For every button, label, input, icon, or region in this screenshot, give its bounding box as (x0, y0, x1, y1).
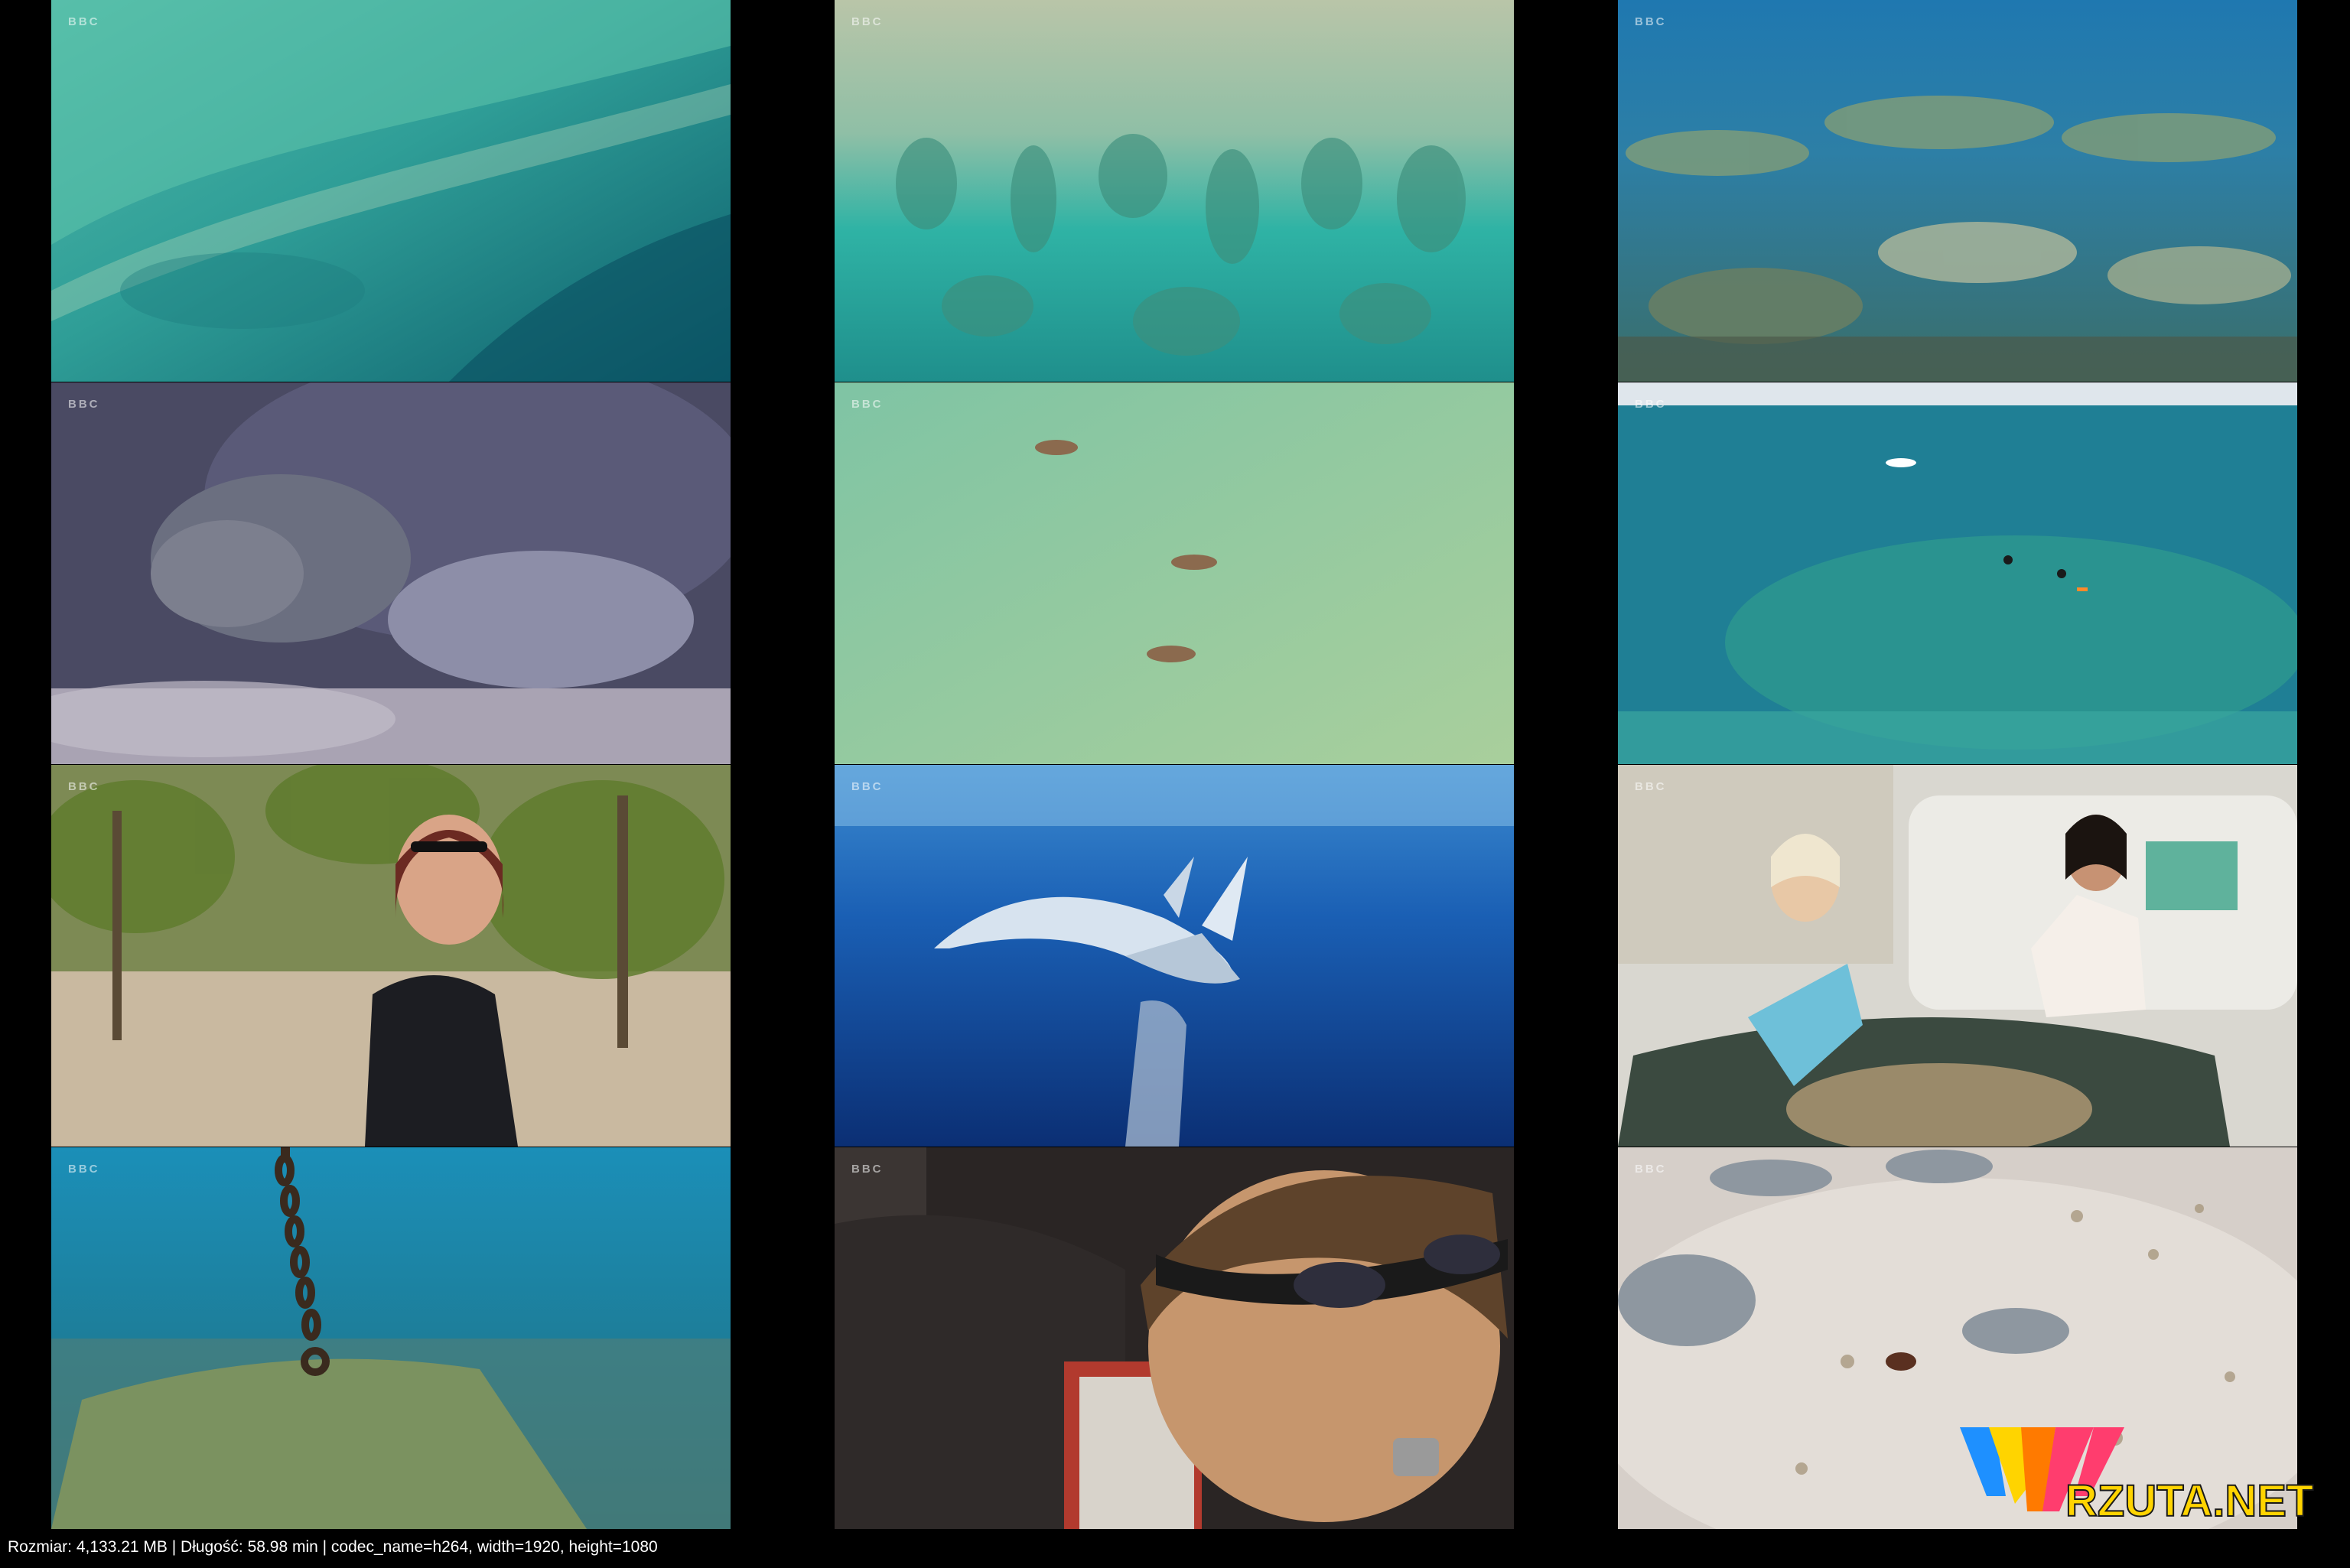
bbc-logo: BBC (851, 398, 884, 411)
video-frame: BBC (51, 765, 731, 1147)
researcher-interview-image (51, 765, 731, 1147)
bbc-logo: BBC (68, 780, 100, 793)
bbc-logo: BBC (1635, 780, 1667, 793)
man-with-sunglasses-image (835, 1147, 1514, 1529)
aerial-reef-shallows-image (51, 0, 731, 382)
video-frame: BBC (835, 0, 1514, 382)
underwater-table-corals-image (1618, 0, 2297, 382)
video-frame: BBC (51, 382, 731, 764)
video-frame: BBC (835, 1147, 1514, 1529)
snorkelers-on-reef-image (1618, 382, 2297, 764)
bbc-logo: BBC (68, 398, 100, 411)
video-frame: BBC (835, 765, 1514, 1147)
rzuta-net-watermark-logo: RZUTA.NET (1960, 1427, 2342, 1530)
bbc-logo: BBC (1635, 1163, 1667, 1176)
thumbnail-grid: BBC BBC BBC BBC BBC BBC BBC BBC BBC BBC … (0, 0, 2350, 1530)
humpback-whale-and-calf-image (835, 765, 1514, 1147)
aerial-turtles-swimming-image (835, 382, 1514, 764)
bbc-logo: BBC (851, 1163, 884, 1176)
bbc-logo: BBC (1635, 398, 1667, 411)
rzuta-net-logo-graphic: RZUTA.NET (1960, 1427, 2314, 1527)
video-frame: BBC (51, 1147, 731, 1529)
watermark-text: RZUTA.NET (2065, 1476, 2313, 1526)
video-frame: BBC (835, 382, 1514, 764)
aerial-reef-edge-image (835, 0, 1514, 382)
video-frame: BBC (1618, 0, 2297, 382)
green-turtle-closeup-image (51, 382, 731, 764)
bbc-logo: BBC (1635, 15, 1667, 28)
bbc-logo: BBC (851, 780, 884, 793)
video-frame: BBC (1618, 765, 2297, 1147)
bbc-logo: BBC (68, 15, 100, 28)
video-frame: BBC (51, 0, 731, 382)
file-info-footer: Rozmiar: 4,133.21 MB | Długość: 58.98 mi… (8, 1538, 658, 1556)
mooring-chain-on-seabed-image (51, 1147, 731, 1529)
bbc-logo: BBC (68, 1163, 100, 1176)
video-frame: BBC (1618, 382, 2297, 764)
bbc-logo: BBC (851, 15, 884, 28)
turtle-rehab-tank-image (1618, 765, 2297, 1147)
